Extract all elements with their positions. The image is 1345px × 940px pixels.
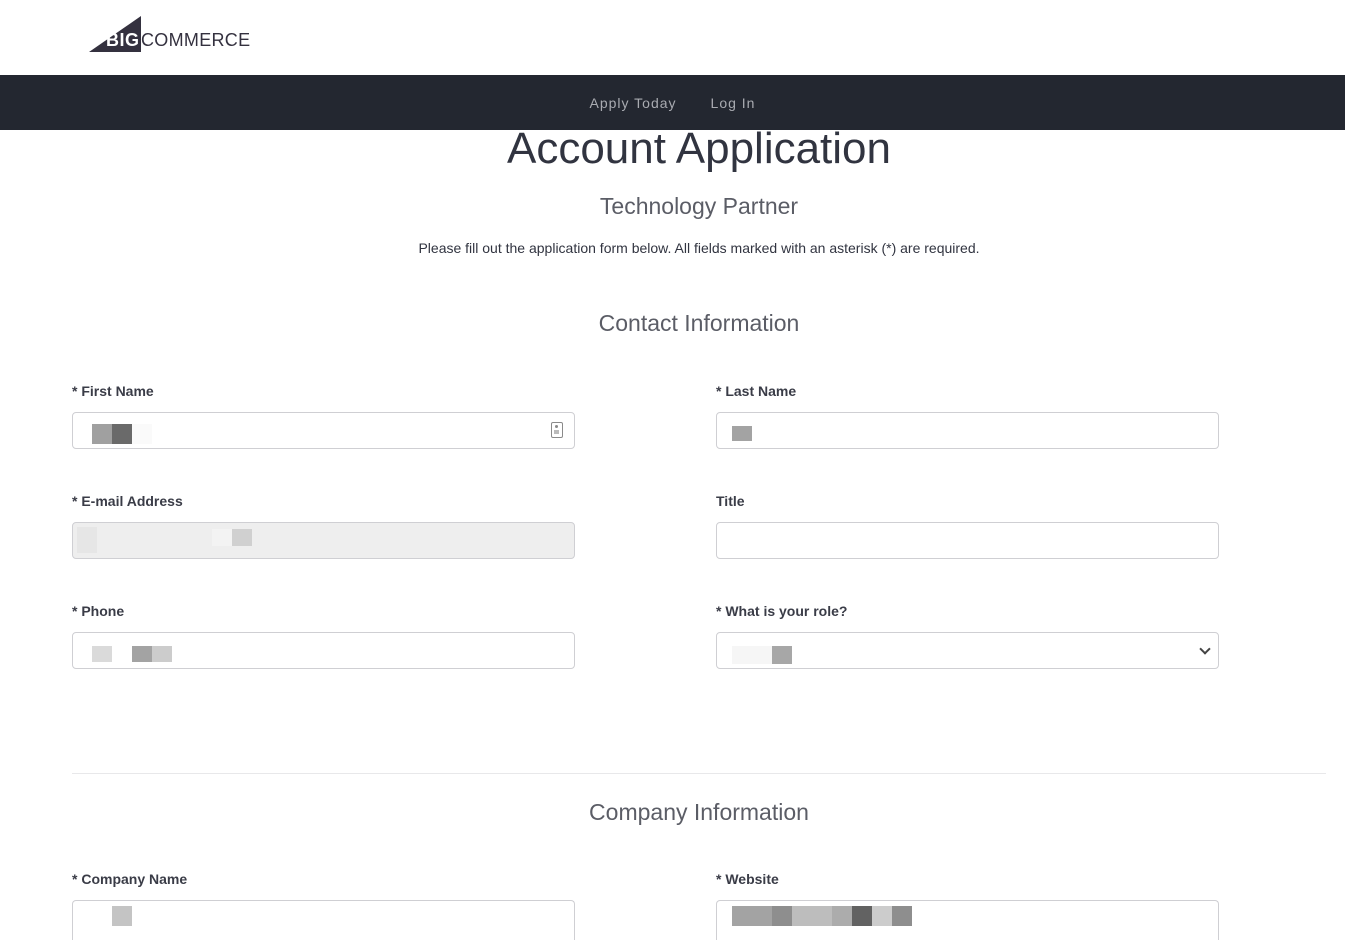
phone-field: * Phone [72,603,575,669]
redacted-value [212,529,232,546]
logo-text-commerce: COMMERCE [141,30,251,50]
section-title-company: Company Information [589,799,809,825]
redacted-value [77,527,97,553]
last-name-input[interactable] [716,412,1219,449]
website-label: * Website [716,871,779,887]
redacted-value [732,426,752,441]
email-label: * E-mail Address [72,493,183,509]
role-field: * What is your role? [716,603,1219,669]
page-subtitle: Technology Partner [599,193,799,219]
phone-label: * Phone [72,603,125,619]
website-input[interactable] [716,900,1219,940]
redacted-value [132,646,152,662]
redacted-value [872,906,892,926]
form-instructions: Please fill out the application form bel… [418,240,980,256]
last-name-field: * Last Name [716,383,1219,449]
page-title: Account Application [506,124,892,173]
title-label: Title [716,493,745,509]
bigcommerce-logo[interactable]: BIG COMMERCE [89,16,259,54]
section-divider [72,773,1326,774]
redacted-value [232,529,252,546]
redacted-value [772,646,792,664]
redacted-value [152,646,172,662]
redacted-value [92,646,112,662]
redacted-value [112,424,132,444]
redacted-value [832,906,852,926]
redacted-value [732,646,772,664]
contact-card-autofill-icon[interactable] [551,422,563,438]
company-name-input[interactable] [72,900,575,940]
top-header: BIG COMMERCE [0,0,1345,75]
redacted-value [132,424,152,444]
chevron-down-icon[interactable] [1199,643,1211,655]
email-input[interactable] [72,522,575,559]
first-name-input[interactable] [72,412,575,449]
redacted-value [732,906,772,926]
nav-log-in[interactable]: Log In [711,95,756,111]
role-select[interactable] [716,632,1219,669]
nav-apply-today[interactable]: Apply Today [590,95,677,111]
email-field: * E-mail Address [72,493,575,559]
redacted-value [852,906,872,926]
title-field: Title [716,493,1219,559]
title-input[interactable] [716,522,1219,559]
main-navbar: Apply Today Log In [0,75,1345,130]
first-name-field: * First Name [72,383,575,449]
redacted-value [792,906,832,926]
first-name-label: * First Name [72,383,154,399]
logo-text-big: BIG [106,30,140,50]
section-title-contact: Contact Information [598,310,800,336]
role-label: * What is your role? [716,603,848,619]
company-name-label: * Company Name [72,871,188,887]
redacted-value [112,906,132,926]
last-name-label: * Last Name [716,383,797,399]
redacted-value [892,906,912,926]
redacted-value [92,424,112,444]
redacted-value [772,906,792,926]
phone-input[interactable] [72,632,575,669]
